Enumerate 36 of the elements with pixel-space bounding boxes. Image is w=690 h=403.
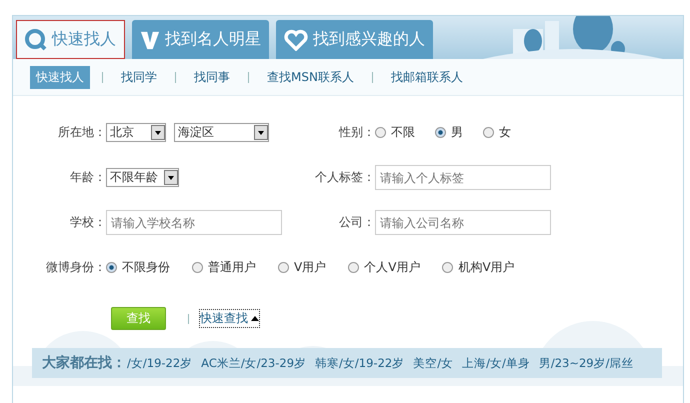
- trending-link[interactable]: /女/19-22岁: [127, 356, 192, 370]
- trending-link[interactable]: 美空/女: [413, 356, 454, 370]
- field-label: 公司：: [338, 214, 375, 231]
- search-icon: [25, 28, 47, 50]
- company-input[interactable]: 请输入公司名称: [375, 210, 551, 235]
- subnav-link[interactable]: 查找MSN联系人: [261, 66, 360, 88]
- identity-radio[interactable]: 个人V用户: [348, 259, 420, 276]
- field-label: 学校：: [69, 214, 106, 231]
- identity-radio[interactable]: 机构V用户: [442, 259, 515, 276]
- trending-link[interactable]: AC米兰/女/23-29岁: [201, 356, 306, 370]
- field-label: 性别：: [338, 124, 375, 141]
- district-dropdown[interactable]: 海淀区: [174, 123, 269, 142]
- quick-search-toggle[interactable]: 快速查找: [199, 309, 260, 328]
- identity-radio[interactable]: V用户: [278, 259, 326, 276]
- age-dropdown[interactable]: 不限年龄: [106, 168, 179, 187]
- tag-input[interactable]: 请输入个人标签: [375, 165, 551, 190]
- heart-icon: [284, 28, 308, 50]
- identity-radio[interactable]: 不限身份: [106, 259, 170, 276]
- field-label: 年龄：: [69, 169, 106, 186]
- gender-radio[interactable]: 女: [483, 124, 511, 141]
- trending-heading: 大家都在找：: [42, 354, 126, 372]
- subnav-link[interactable]: 找同事: [188, 66, 236, 88]
- gender-radio[interactable]: 男: [435, 124, 463, 141]
- province-dropdown[interactable]: 北京: [106, 123, 166, 142]
- school-input[interactable]: 请输入学校名称: [106, 210, 282, 235]
- field-label: 微博身份：: [45, 259, 106, 276]
- field-label: 所在地：: [57, 124, 106, 141]
- field-label: 个人标签：: [314, 169, 375, 186]
- gender-radio[interactable]: 不限: [375, 124, 415, 141]
- trending-link[interactable]: 韩寒/女/19-22岁: [315, 356, 404, 370]
- subnav-link[interactable]: 找邮箱联系人: [384, 66, 469, 88]
- identity-radio[interactable]: 普通用户: [192, 259, 256, 276]
- subnav-link[interactable]: 找同学: [115, 66, 163, 88]
- trending-link[interactable]: 上海/女/单身: [462, 356, 530, 370]
- trending-link[interactable]: 男/23~29岁/屌丝: [538, 356, 634, 370]
- tab[interactable]: 快速找人: [16, 20, 125, 59]
